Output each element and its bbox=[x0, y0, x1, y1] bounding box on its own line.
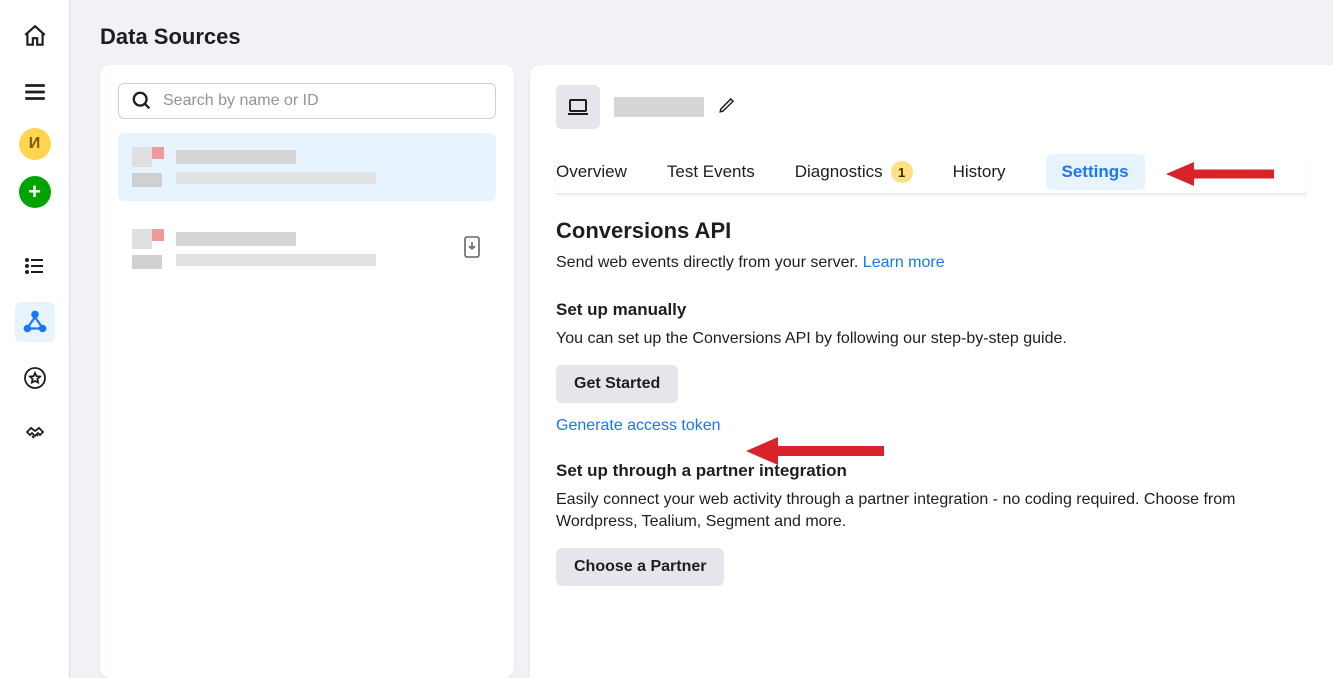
settings-panel: Overview Test Events Diagnostics 1 Histo… bbox=[530, 65, 1333, 678]
tab-diagnostics[interactable]: Diagnostics 1 bbox=[795, 153, 913, 191]
home-icon[interactable] bbox=[15, 16, 55, 56]
search-icon bbox=[131, 90, 153, 112]
search-input-wrap[interactable] bbox=[118, 83, 496, 119]
tab-overview[interactable]: Overview bbox=[556, 154, 627, 190]
data-source-item[interactable] bbox=[118, 215, 496, 283]
datasource-header bbox=[556, 85, 1307, 129]
datasource-name bbox=[614, 97, 704, 117]
manual-title: Set up manually bbox=[556, 300, 1307, 320]
data-source-item[interactable] bbox=[118, 133, 496, 201]
star-icon[interactable] bbox=[15, 358, 55, 398]
search-input[interactable] bbox=[163, 92, 483, 110]
handshake-icon[interactable] bbox=[15, 414, 55, 454]
add-icon[interactable]: + bbox=[19, 176, 51, 208]
tab-test-events[interactable]: Test Events bbox=[667, 154, 755, 190]
data-source-thumb bbox=[132, 147, 162, 187]
install-icon[interactable] bbox=[462, 235, 482, 264]
main-content: Data Sources bbox=[70, 0, 1333, 678]
laptop-icon bbox=[556, 85, 600, 129]
tabs: Overview Test Events Diagnostics 1 Histo… bbox=[556, 153, 1307, 194]
data-source-thumb bbox=[132, 229, 162, 269]
learn-more-link[interactable]: Learn more bbox=[863, 254, 945, 271]
list-icon[interactable] bbox=[15, 246, 55, 286]
conversions-api-title: Conversions API bbox=[556, 218, 1307, 244]
data-sources-icon[interactable] bbox=[15, 302, 55, 342]
left-rail: И + bbox=[0, 0, 70, 678]
choose-partner-button[interactable]: Choose a Partner bbox=[556, 548, 724, 586]
get-started-button[interactable]: Get Started bbox=[556, 365, 678, 403]
partner-desc: Easily connect your web activity through… bbox=[556, 489, 1307, 534]
generate-access-token-link[interactable]: Generate access token bbox=[556, 417, 1307, 435]
data-source-label bbox=[176, 150, 482, 184]
page-title: Data Sources bbox=[70, 0, 1333, 65]
annotation-arrow-settings bbox=[1166, 157, 1276, 191]
data-sources-list-panel bbox=[100, 65, 514, 678]
tab-diagnostics-label: Diagnostics bbox=[795, 162, 883, 182]
tab-settings[interactable]: Settings bbox=[1046, 154, 1145, 190]
diagnostics-badge: 1 bbox=[891, 161, 913, 183]
edit-icon[interactable] bbox=[718, 96, 736, 119]
manual-desc: You can set up the Conversions API by fo… bbox=[556, 328, 1307, 350]
conversions-api-desc: Send web events directly from your serve… bbox=[556, 252, 1307, 274]
data-source-label bbox=[176, 232, 448, 266]
account-avatar[interactable]: И bbox=[19, 128, 51, 160]
menu-icon[interactable] bbox=[15, 72, 55, 112]
tab-history[interactable]: History bbox=[953, 154, 1006, 190]
partner-title: Set up through a partner integration bbox=[556, 461, 1307, 481]
